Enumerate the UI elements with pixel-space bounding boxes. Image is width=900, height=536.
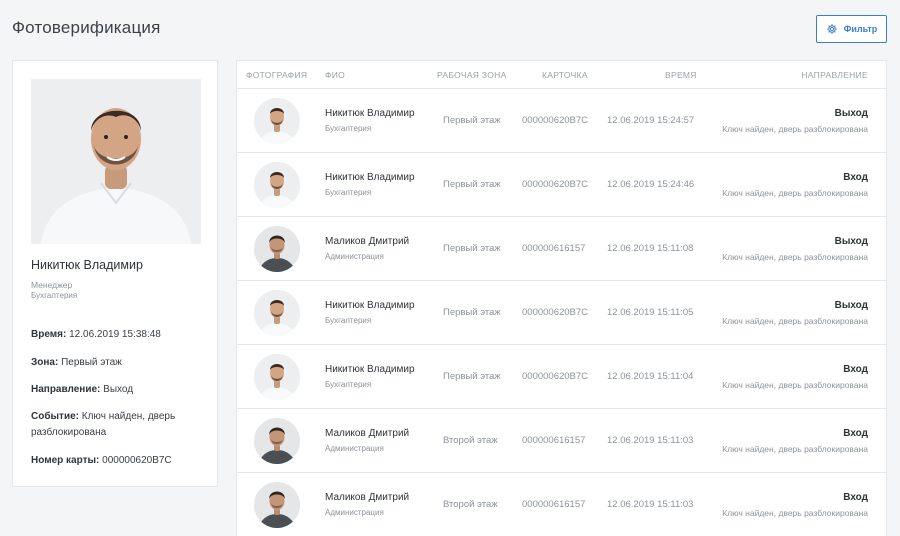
column-header-time[interactable]: ВРЕМЯ bbox=[665, 70, 697, 80]
detail-value: 12.06.2019 15:38:48 bbox=[69, 329, 161, 340]
row-name: Никитюк Владимир bbox=[325, 108, 415, 119]
row-event: Ключ найден, дверь разблокирована bbox=[722, 444, 868, 454]
row-zone: Первый этаж bbox=[443, 243, 501, 254]
row-event: Ключ найден, дверь разблокирована bbox=[722, 508, 868, 518]
detail-label: Номер карты: bbox=[31, 455, 100, 466]
row-card: 000000620B7C bbox=[522, 179, 589, 190]
gear-icon bbox=[826, 24, 837, 34]
detail-event: Событие: Ключ найден, дверь разблокирова… bbox=[31, 409, 206, 441]
person-role: Менеджер bbox=[31, 280, 73, 290]
row-name: Маликов Дмитрий bbox=[325, 428, 410, 439]
row-event: Ключ найден, дверь разблокирована bbox=[722, 252, 868, 262]
table-header: ФОТОГРАФИЯ ФИО РАБОЧАЯ ЗОНА КАРТОЧКА ВРЕ… bbox=[237, 61, 886, 89]
row-card: 000000616157 bbox=[522, 435, 586, 446]
table-row[interactable]: Никитюк Владимир Бухгалтерия Первый этаж 00… bbox=[237, 345, 886, 409]
detail-card: Никитюк Владимир Менеджер Бухгалтерия Вр… bbox=[12, 60, 218, 487]
table-row[interactable]: Маликов Дмитрий Администрация Второй этаж 0… bbox=[237, 473, 886, 536]
row-department: Администрация bbox=[325, 252, 384, 261]
row-time: 12.06.2019 15:11:05 bbox=[607, 307, 694, 318]
page-title: Фотоверификация bbox=[12, 18, 161, 37]
row-direction: Выход bbox=[834, 300, 868, 311]
row-card: 000000620B7C bbox=[522, 307, 589, 318]
row-zone: Второй этаж bbox=[443, 435, 498, 446]
row-direction: Выход bbox=[834, 108, 868, 119]
detail-value: 000000620B7C bbox=[102, 455, 172, 466]
row-zone: Первый этаж bbox=[443, 115, 501, 126]
filter-button[interactable]: Фильтр bbox=[816, 15, 887, 43]
person-name: Никитюк Владимир bbox=[31, 258, 143, 272]
row-department: Администрация bbox=[325, 508, 384, 517]
row-event: Ключ найден, дверь разблокирована bbox=[722, 380, 868, 390]
table-row[interactable]: Маликов Дмитрий Администрация Первый этаж 0… bbox=[237, 217, 886, 281]
row-event: Ключ найден, дверь разблокирована bbox=[722, 188, 868, 198]
detail-label: Событие: bbox=[31, 411, 79, 422]
avatar bbox=[254, 418, 300, 464]
person-photo-image bbox=[31, 79, 201, 244]
person-department: Бухгалтерия bbox=[31, 291, 78, 300]
row-name: Никитюк Владимир bbox=[325, 300, 415, 311]
detail-label: Направление: bbox=[31, 384, 101, 395]
row-zone: Первый этаж bbox=[443, 371, 501, 382]
row-name: Никитюк Владимир bbox=[325, 364, 415, 375]
row-time: 12.06.2019 15:11:08 bbox=[607, 243, 694, 254]
row-zone: Второй этаж bbox=[443, 499, 498, 510]
table-row[interactable]: Никитюк Владимир Бухгалтерия Первый этаж 00… bbox=[237, 153, 886, 217]
row-name: Маликов Дмитрий bbox=[325, 492, 410, 503]
row-time: 12.06.2019 15:11:03 bbox=[607, 435, 694, 446]
row-department: Бухгалтерия bbox=[325, 188, 372, 197]
row-event: Ключ найден, дверь разблокирована bbox=[722, 124, 868, 134]
detail-label: Время: bbox=[31, 329, 67, 340]
avatar bbox=[254, 162, 300, 208]
row-direction: Вход bbox=[843, 492, 868, 503]
detail-label: Зона: bbox=[31, 357, 59, 368]
row-zone: Первый этаж bbox=[443, 307, 501, 318]
avatar bbox=[254, 482, 300, 528]
avatar bbox=[254, 98, 300, 144]
column-header-zone[interactable]: РАБОЧАЯ ЗОНА bbox=[437, 70, 507, 80]
row-department: Бухгалтерия bbox=[325, 380, 372, 389]
filter-label: Фильтр bbox=[843, 24, 878, 34]
row-department: Бухгалтерия bbox=[325, 316, 372, 325]
row-department: Администрация bbox=[325, 444, 384, 453]
row-event: Ключ найден, дверь разблокирована bbox=[722, 316, 868, 326]
row-direction: Вход bbox=[843, 172, 868, 183]
person-photo bbox=[31, 79, 201, 244]
detail-time: Время: 12.06.2019 15:38:48 bbox=[31, 327, 206, 343]
row-direction: Вход bbox=[843, 428, 868, 439]
detail-direction: Направление: Выход bbox=[31, 382, 206, 398]
column-header-card[interactable]: КАРТОЧКА bbox=[542, 70, 588, 80]
detail-value: Выход bbox=[103, 384, 134, 395]
detail-card-number: Номер карты: 000000620B7C bbox=[31, 453, 206, 469]
column-header-name[interactable]: ФИО bbox=[325, 70, 345, 80]
row-time: 12.06.2019 15:24:46 bbox=[607, 179, 695, 190]
row-time: 12.06.2019 15:24:57 bbox=[607, 115, 695, 126]
column-header-photo[interactable]: ФОТОГРАФИЯ bbox=[246, 70, 307, 80]
row-department: Бухгалтерия bbox=[325, 124, 372, 133]
row-card: 000000620B7C bbox=[522, 115, 589, 126]
row-card: 000000616157 bbox=[522, 243, 586, 254]
row-direction: Выход bbox=[834, 236, 868, 247]
row-time: 12.06.2019 15:11:04 bbox=[607, 371, 694, 382]
table-row[interactable]: Маликов Дмитрий Администрация Второй этаж 0… bbox=[237, 409, 886, 473]
row-time: 12.06.2019 15:11:03 bbox=[607, 499, 694, 510]
table-row[interactable]: Никитюк Владимир Бухгалтерия Первый этаж 00… bbox=[237, 89, 886, 153]
avatar bbox=[254, 226, 300, 272]
row-name: Маликов Дмитрий bbox=[325, 236, 410, 247]
column-header-direction[interactable]: НАПРАВЛЕНИЕ bbox=[801, 70, 868, 80]
detail-zone: Зона: Первый этаж bbox=[31, 355, 206, 371]
row-direction: Вход bbox=[843, 364, 868, 375]
detail-value: Первый этаж bbox=[61, 357, 122, 368]
row-zone: Первый этаж bbox=[443, 179, 501, 190]
avatar bbox=[254, 290, 300, 336]
row-card: 000000620B7C bbox=[522, 371, 589, 382]
avatar bbox=[254, 354, 300, 400]
row-name: Никитюк Владимир bbox=[325, 172, 415, 183]
events-table: ФОТОГРАФИЯ ФИО РАБОЧАЯ ЗОНА КАРТОЧКА ВРЕ… bbox=[236, 60, 887, 536]
table-row[interactable]: Никитюк Владимир Бухгалтерия Первый этаж 00… bbox=[237, 281, 886, 345]
row-card: 000000616157 bbox=[522, 499, 586, 510]
